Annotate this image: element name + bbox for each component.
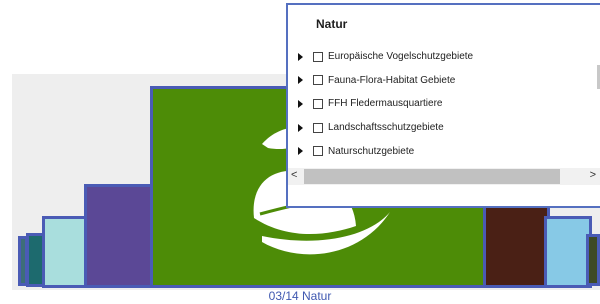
category-tile[interactable] (544, 216, 592, 288)
scrollbar-thumb[interactable] (304, 169, 560, 184)
layer-checkbox[interactable] (313, 51, 323, 62)
horizontal-scrollbar[interactable]: < > (288, 168, 600, 185)
expand-arrow-icon[interactable] (298, 99, 303, 108)
layer-checkbox[interactable] (313, 75, 323, 86)
category-tile[interactable] (42, 216, 90, 288)
category-tile[interactable] (480, 202, 550, 288)
layer-label[interactable]: Naturschutzgebiete (328, 146, 414, 157)
expand-arrow-icon[interactable] (298, 147, 303, 156)
carousel-caption: 03/14 Natur (268, 289, 332, 303)
expand-arrow-icon[interactable] (298, 123, 303, 132)
layer-label[interactable]: FFH Fledermausquartiere (328, 98, 442, 109)
expand-arrow-icon[interactable] (298, 52, 303, 61)
expand-arrow-icon[interactable] (298, 76, 303, 85)
list-item: Naturschutzgebiete (296, 139, 596, 163)
popup-title: Natur (316, 17, 348, 31)
scroll-right-icon[interactable]: > (590, 169, 596, 181)
list-item: FFH Fledermausquartiere (296, 92, 596, 116)
layer-checkbox[interactable] (313, 146, 323, 157)
layer-list: Europäische Vogelschutzgebiete Fauna-Flo… (296, 45, 596, 163)
layer-checkbox[interactable] (313, 98, 323, 109)
scroll-left-icon[interactable]: < (291, 169, 297, 181)
layer-checkbox[interactable] (313, 122, 323, 133)
list-item: Landschaftsschutzgebiete (296, 116, 596, 140)
layer-label[interactable]: Fauna-Flora-Habitat Gebiete (328, 75, 455, 86)
layer-label[interactable]: Landschaftsschutzgebiete (328, 122, 444, 133)
layer-popup: Natur Europäische Vogelschutzgebiete Fau… (286, 3, 600, 208)
list-item: Fauna-Flora-Habitat Gebiete (296, 69, 596, 93)
category-tile[interactable] (84, 184, 156, 288)
list-item: Europäische Vogelschutzgebiete (296, 45, 596, 69)
layer-label[interactable]: Europäische Vogelschutzgebiete (328, 51, 473, 62)
category-tile[interactable] (586, 234, 600, 286)
